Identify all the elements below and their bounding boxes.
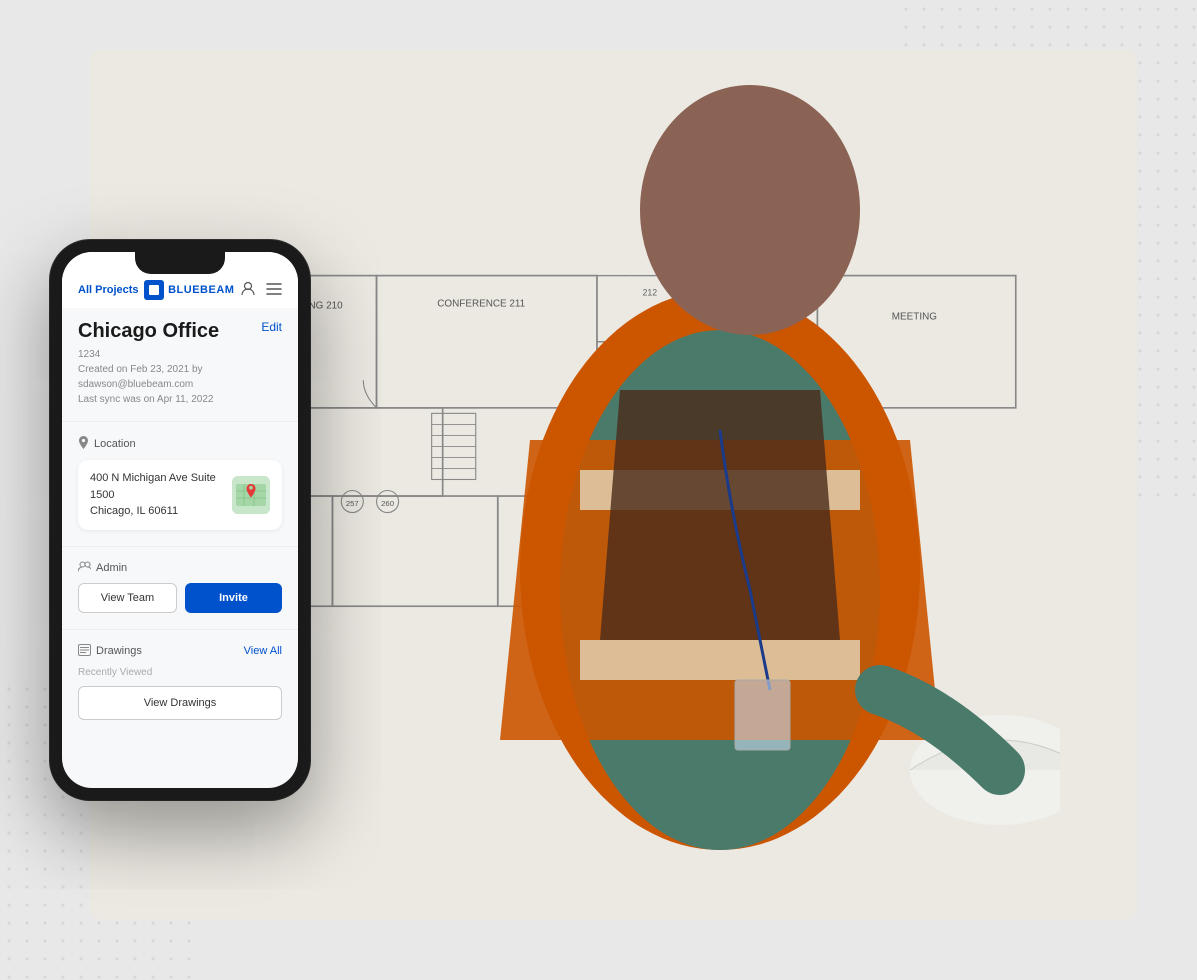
drawings-section-label: Drawings: [78, 644, 142, 659]
divider-2: [62, 546, 298, 547]
svg-text:215: 215: [753, 365, 768, 375]
user-icon[interactable]: [240, 281, 256, 300]
admin-section-label: Admin: [78, 561, 282, 575]
menu-icon[interactable]: [266, 282, 282, 299]
logo-text: BLUEBEAM: [168, 284, 234, 296]
project-meta: 1234 Created on Feb 23, 2021 by sdawson@…: [78, 347, 282, 407]
edit-link[interactable]: Edit: [261, 320, 282, 334]
location-section-label: Location: [78, 436, 282, 452]
phone-content: Chicago Office Edit 1234 Created on Feb …: [62, 308, 298, 784]
location-label: Location: [94, 438, 136, 450]
admin-actions: View Team Invite: [78, 583, 282, 613]
map-thumbnail[interactable]: [232, 476, 270, 514]
project-id: 1234: [78, 347, 282, 362]
view-drawings-button[interactable]: View Drawings: [78, 686, 282, 720]
project-sync: Last sync was on Apr 11, 2022: [78, 392, 282, 407]
location-text: 400 N Michigan Ave Suite 1500 Chicago, I…: [90, 470, 232, 520]
phone-mockup: All Projects BLUEBEAM: [50, 240, 310, 800]
phone-screen: All Projects BLUEBEAM: [62, 252, 298, 788]
svg-text:214: 214: [753, 287, 768, 297]
bluebeam-logo: BLUEBEAM: [144, 280, 234, 300]
divider-1: [62, 421, 298, 422]
divider-3: [62, 629, 298, 630]
phone-body: All Projects BLUEBEAM: [50, 240, 310, 800]
view-team-button[interactable]: View Team: [78, 583, 177, 613]
location-card: 400 N Michigan Ave Suite 1500 Chicago, I…: [78, 460, 282, 530]
project-title: Chicago Office: [78, 320, 219, 343]
drawings-icon: [78, 644, 91, 659]
location-icon: [78, 436, 89, 452]
logo-box-inner: [149, 285, 159, 295]
drawings-header: Drawings View All: [78, 644, 282, 659]
nav-icons: [240, 281, 282, 300]
logo-icon: [144, 280, 164, 300]
svg-text:260: 260: [381, 499, 394, 508]
view-all-link[interactable]: View All: [244, 645, 282, 657]
project-created: Created on Feb 23, 2021 by sdawson@blueb…: [78, 362, 282, 392]
drawings-label: Drawings: [96, 645, 142, 657]
admin-label: Admin: [96, 562, 127, 574]
phone-notch: [135, 252, 225, 274]
svg-text:213: 213: [643, 365, 658, 375]
admin-icon: [78, 561, 91, 575]
address-line2: Chicago, IL 60611: [90, 503, 232, 520]
recently-viewed-label: Recently Viewed: [78, 667, 282, 678]
svg-text:CONFERENCE 211: CONFERENCE 211: [437, 298, 525, 309]
svg-text:257: 257: [346, 499, 359, 508]
svg-text:212: 212: [643, 287, 658, 297]
address-line1: 400 N Michigan Ave Suite 1500: [90, 470, 232, 503]
invite-button[interactable]: Invite: [185, 583, 282, 613]
svg-text:MEETING: MEETING: [892, 312, 937, 323]
all-projects-link[interactable]: All Projects: [78, 284, 139, 296]
project-title-row: Chicago Office Edit: [78, 320, 282, 343]
